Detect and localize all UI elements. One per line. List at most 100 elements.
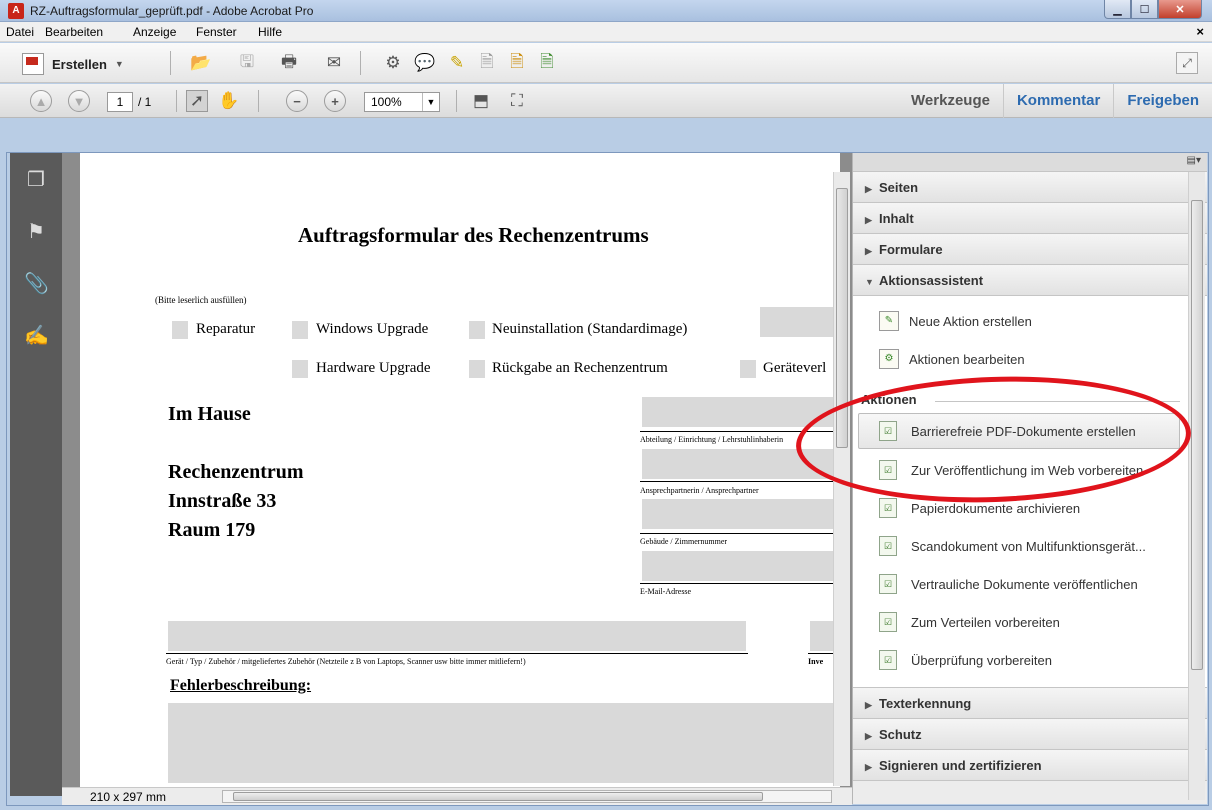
document-horizontal-scrollbar[interactable] <box>222 790 832 803</box>
menu-anzeige[interactable]: Anzeige <box>133 25 176 39</box>
checkbox-geraeteverleih[interactable] <box>740 360 756 378</box>
window-title: RZ-Auftragsformular_geprüft.pdf - Adobe … <box>30 4 314 18</box>
hand-tool-icon[interactable]: ✋ <box>218 90 240 112</box>
item-label: Aktionen bearbeiten <box>909 351 1025 367</box>
next-page-icon[interactable]: ▼ <box>68 90 90 112</box>
option-label: Hardware Upgrade <box>316 360 431 376</box>
settings-gear-icon[interactable]: ⚙ <box>382 52 404 74</box>
field-label: Ansprechpartnerin / Ansprechpartner <box>640 486 759 495</box>
section-label: Seiten <box>879 180 919 195</box>
document-delete-icon[interactable]: 🗎 <box>476 52 498 74</box>
zoom-in-icon[interactable]: + <box>324 90 346 112</box>
action-item[interactable]: ☑ Vertrauliche Dokumente veröffentlichen <box>879 573 1138 595</box>
scrollbar-thumb[interactable] <box>1191 200 1203 670</box>
field-label: Abteilung / Einrichtung / Lehrstuhlinhab… <box>640 435 784 444</box>
window-controls: ▁ ☐ ✕ <box>1104 0 1202 20</box>
document-heading: Auftragsformular des Rechenzentrums <box>298 223 649 247</box>
checkbox-windows-upgrade[interactable] <box>292 321 308 339</box>
field-label: Gerät / Typ / Zubehör / mitgeliefertes Z… <box>166 657 526 666</box>
checklist-icon: ☑ <box>879 498 897 518</box>
highlight-pen-icon[interactable]: ✎ <box>446 52 468 74</box>
zoom-out-icon[interactable]: − <box>286 90 308 112</box>
section-schutz[interactable]: ▶ Schutz <box>853 719 1207 750</box>
open-folder-icon[interactable]: 📂 <box>190 52 212 74</box>
close-window-button[interactable]: ✕ <box>1158 0 1202 19</box>
checklist-icon: ☑ <box>879 612 897 632</box>
chevron-right-icon: ▶ <box>865 762 872 772</box>
menu-bearbeiten[interactable]: Bearbeiten <box>45 25 103 39</box>
comment-bubble-icon[interactable]: 💬 <box>414 52 436 74</box>
page-size-readout: 210 x 297 mm <box>90 790 167 804</box>
document-save-icon[interactable]: 🗎 <box>536 52 558 74</box>
chevron-right-icon: ▶ <box>865 184 872 194</box>
action-item[interactable]: ☑ Zum Verteilen vorbereiten <box>879 611 1060 633</box>
panel-options-icon[interactable]: ▤▾ <box>1187 155 1201 166</box>
section-seiten[interactable]: ▶ Seiten <box>853 172 1207 203</box>
maximize-button[interactable]: ☐ <box>1131 0 1158 19</box>
action-label: Zum Verteilen vorbereiten <box>911 614 1060 630</box>
panel-vertical-scrollbar[interactable] <box>1188 172 1205 800</box>
section-texterkennung[interactable]: ▶ Texterkennung <box>853 688 1207 719</box>
minimize-button[interactable]: ▁ <box>1104 0 1131 19</box>
email-field[interactable] <box>642 551 840 581</box>
option-label: Reparatur <box>196 321 256 337</box>
section-formulare[interactable]: ▶ Formulare <box>853 234 1207 265</box>
room-field[interactable] <box>642 499 840 529</box>
close-document-icon[interactable]: × <box>1196 24 1204 39</box>
fill-hint: (Bitte leserlich ausfüllen) <box>155 295 247 305</box>
bookmark-icon[interactable]: ⚑ <box>24 219 48 245</box>
tab-werkzeuge[interactable]: Werkzeuge <box>898 84 1003 118</box>
chevron-right-icon: ▶ <box>865 246 872 256</box>
fullscreen-expand-icon[interactable]: ⤢ <box>1176 52 1198 74</box>
section-signieren[interactable]: ▶ Signieren und zertifizieren <box>853 750 1207 781</box>
field-underline <box>640 583 840 584</box>
print-icon[interactable]: 🖶 <box>278 52 300 74</box>
zoom-level-select[interactable]: 100% ▼ <box>364 92 440 112</box>
page-thumbnails-icon[interactable]: ❐ <box>24 167 48 193</box>
chevron-right-icon: ▶ <box>865 700 872 710</box>
fault-description-field[interactable] <box>168 703 840 783</box>
fit-width-icon[interactable]: ⛶ <box>506 90 528 112</box>
checkbox-neuinstallation[interactable] <box>469 321 485 339</box>
menu-hilfe[interactable]: Hilfe <box>258 25 282 39</box>
scrollbar-thumb[interactable] <box>233 792 763 801</box>
tab-kommentar[interactable]: Kommentar <box>1002 84 1113 118</box>
email-icon[interactable]: ✉ <box>323 52 345 74</box>
edit-actions-item[interactable]: ⚙ Aktionen bearbeiten <box>879 348 1025 370</box>
action-label: Überprüfung vorbereiten <box>911 652 1052 668</box>
address-line: Innstraße 33 <box>168 490 277 512</box>
checkbox-reparatur[interactable] <box>172 321 188 339</box>
option-label: Geräteverl <box>763 360 827 376</box>
fit-page-icon[interactable]: ⬒ <box>470 90 492 112</box>
form-field[interactable] <box>760 307 840 337</box>
action-label: Scandokument von Multifunktionsgerät... <box>911 538 1146 554</box>
action-item[interactable]: ☑ Scandokument von Multifunktionsgerät..… <box>879 535 1146 557</box>
chevron-down-icon[interactable]: ▼ <box>422 93 439 111</box>
previous-page-icon[interactable]: ▲ <box>30 90 52 112</box>
document-export-icon[interactable]: 🗎 <box>506 52 528 74</box>
action-item[interactable]: ☑ Überprüfung vorbereiten <box>879 649 1052 671</box>
pane-tabs: Werkzeuge Kommentar Freigeben <box>898 84 1212 118</box>
create-button[interactable]: Erstellen ▼ <box>22 53 124 75</box>
section-aktionsassistent[interactable]: ▼ Aktionsassistent <box>853 265 1207 296</box>
chevron-right-icon: ▶ <box>865 215 872 225</box>
device-field[interactable] <box>168 621 746 651</box>
select-cursor-icon[interactable]: ➚ <box>186 90 208 112</box>
signature-icon[interactable]: ✍ <box>24 323 49 349</box>
save-icon[interactable]: 🖫 <box>236 52 258 74</box>
page-number-input[interactable]: 1 <box>107 92 133 112</box>
separator <box>176 90 177 112</box>
section-inhalt[interactable]: ▶ Inhalt <box>853 203 1207 234</box>
tab-freigeben[interactable]: Freigeben <box>1113 84 1212 118</box>
zoom-level-value: 100% <box>371 95 402 109</box>
option-label: Windows Upgrade <box>316 321 429 337</box>
new-action-item[interactable]: ✎ Neue Aktion erstellen <box>879 310 1032 332</box>
menu-datei[interactable]: Datei <box>6 25 34 39</box>
checkbox-hardware-upgrade[interactable] <box>292 360 308 378</box>
option-label: Neuinstallation (Standardimage) <box>492 321 688 337</box>
checkbox-rueckgabe[interactable] <box>469 360 485 378</box>
menu-fenster[interactable]: Fenster <box>196 25 237 39</box>
address-line: Raum 179 <box>168 519 256 541</box>
attachment-paperclip-icon[interactable]: 📎 <box>24 271 49 297</box>
chevron-down-icon: ▼ <box>114 59 124 69</box>
